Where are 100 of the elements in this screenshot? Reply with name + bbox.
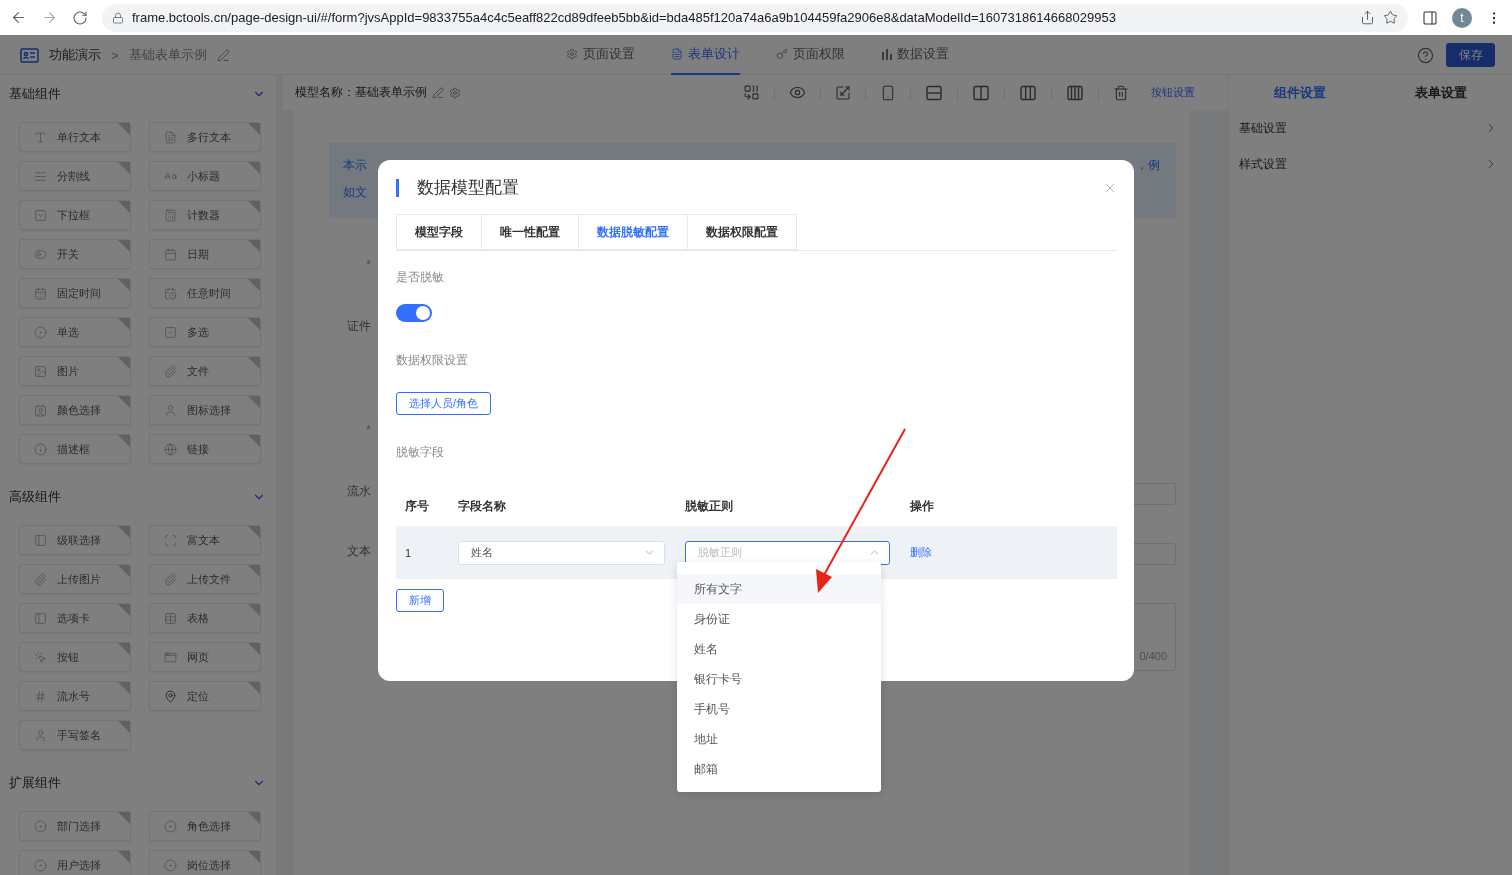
gear-icon[interactable]: [449, 86, 461, 99]
breadcrumb-link[interactable]: 功能演示: [49, 46, 101, 64]
dropdown-option[interactable]: 银行卡号: [677, 664, 881, 694]
component-item[interactable]: 分割线: [19, 161, 131, 191]
component-item[interactable]: 描述框: [19, 434, 131, 464]
component-item[interactable]: 日期: [149, 239, 261, 269]
component-item[interactable]: 岗位选择: [149, 850, 261, 875]
settings-item[interactable]: 基础设置: [1239, 119, 1287, 137]
component-item[interactable]: 网页: [149, 642, 261, 672]
calendar-icon: [164, 247, 177, 261]
bar-chart-icon: [881, 48, 892, 60]
component-item[interactable]: 级联选择: [19, 525, 131, 555]
trash-icon[interactable]: [1113, 84, 1129, 101]
dropdown-option[interactable]: 地址: [677, 724, 881, 754]
component-item[interactable]: 固定时间: [19, 278, 131, 308]
button-settings-link[interactable]: 按钮设置: [1151, 85, 1195, 100]
component-item[interactable]: 文件: [149, 356, 261, 386]
address-bar[interactable]: frame.bctools.cn/page-design-ui/#/form?jvsAppId=9833755a4c4c5eaff822cd89dfeeb5bb&id=bda485f120a74a6a9b104459fa2906e8&dataModelId=1607318614668029953: [102, 3, 1408, 32]
component-item[interactable]: 富文本: [149, 525, 261, 555]
calendar-clock-icon: [164, 286, 177, 300]
gear-icon: [566, 48, 578, 60]
component-item[interactable]: 按钮: [19, 642, 131, 672]
add-button[interactable]: 新增: [396, 589, 444, 612]
panel-tab[interactable]: 表单设置: [1370, 75, 1512, 110]
help-icon[interactable]: [1417, 46, 1434, 64]
header-tab[interactable]: 页面权限: [776, 35, 845, 75]
calculator-icon: [164, 208, 177, 222]
toggle-switch[interactable]: [396, 304, 432, 322]
back-icon[interactable]: [10, 9, 27, 26]
four-column-icon[interactable]: [1066, 84, 1084, 101]
component-item[interactable]: 任意时间: [149, 278, 261, 308]
component-item[interactable]: 手写签名: [19, 720, 131, 750]
component-item[interactable]: 小标题: [149, 161, 261, 191]
edit-icon[interactable]: [432, 86, 444, 99]
dropdown-option[interactable]: 身份证: [677, 604, 881, 634]
component-item[interactable]: 定位: [149, 681, 261, 711]
component-item[interactable]: 计数器: [149, 200, 261, 230]
modal-tab[interactable]: 模型字段: [396, 214, 482, 250]
component-item[interactable]: 用户选择: [19, 850, 131, 875]
eye-icon[interactable]: [789, 84, 806, 101]
component-item[interactable]: 多行文本: [149, 122, 261, 152]
phone-icon[interactable]: [880, 84, 896, 101]
info-text: 本示: [343, 157, 367, 174]
text-icon: [34, 130, 47, 144]
avatar[interactable]: t: [1452, 7, 1472, 28]
component-item[interactable]: 角色选择: [149, 811, 261, 841]
component-item[interactable]: 图标选择: [149, 395, 261, 425]
reload-icon[interactable]: [72, 9, 88, 26]
component-item[interactable]: 流水号: [19, 681, 131, 711]
header-tab[interactable]: 页面设置: [566, 35, 635, 75]
component-item[interactable]: 部门选择: [19, 811, 131, 841]
corner-mark: [118, 604, 130, 616]
form-label: 是否脱敏: [396, 269, 445, 286]
component-item[interactable]: 图片: [19, 356, 131, 386]
component-item[interactable]: 表格: [149, 603, 261, 633]
component-item[interactable]: 上传图片: [19, 564, 131, 594]
corner-mark: [118, 318, 130, 330]
settings-item[interactable]: 样式设置: [1239, 155, 1287, 173]
radio-icon: [34, 819, 47, 833]
component-item[interactable]: 单选: [19, 317, 131, 347]
dropdown-option[interactable]: 邮箱: [677, 754, 881, 784]
close-icon[interactable]: [1103, 181, 1117, 195]
three-column-icon[interactable]: [1019, 84, 1037, 101]
dropdown-option[interactable]: 手机号: [677, 694, 881, 724]
two-column-icon[interactable]: [972, 84, 990, 101]
modal-title: 数据模型配置: [396, 179, 519, 197]
rows-icon[interactable]: [925, 84, 943, 101]
delete-link[interactable]: 删除: [910, 545, 1117, 560]
forward-icon[interactable]: [41, 9, 58, 26]
person-icon: [164, 403, 177, 417]
panel-icon: [34, 533, 47, 547]
globe-icon: [164, 442, 177, 456]
component-item[interactable]: 下拉框: [19, 200, 131, 230]
component-item[interactable]: 单行文本: [19, 122, 131, 152]
required-mark: *: [365, 423, 371, 437]
modal-tab[interactable]: 唯一性配置: [481, 214, 579, 250]
component-item[interactable]: 多选: [149, 317, 261, 347]
corner-mark: [248, 357, 260, 369]
rule-select[interactable]: 脱敏正则: [685, 540, 890, 565]
dropdown-option[interactable]: 姓名: [677, 634, 881, 664]
field-select[interactable]: 姓名: [458, 540, 665, 565]
select-users-button[interactable]: 选择人员/角色: [396, 392, 492, 415]
corner-mark: [248, 643, 260, 655]
component-item[interactable]: 链接: [149, 434, 261, 464]
header-tab[interactable]: 数据设置: [881, 35, 949, 75]
dropdown-option[interactable]: 所有文字: [677, 574, 881, 604]
share-icon[interactable]: [1360, 10, 1375, 25]
star-icon[interactable]: [1383, 10, 1398, 25]
component-item[interactable]: 颜色选择: [19, 395, 131, 425]
radio-icon: [164, 819, 177, 833]
modal-tab[interactable]: 数据脱敏配置: [578, 214, 688, 250]
component-item[interactable]: 开关: [19, 239, 131, 269]
modal-tab[interactable]: 数据权限配置: [687, 214, 797, 250]
component-item[interactable]: 上传文件: [149, 564, 261, 594]
panel-tab[interactable]: 组件设置: [1229, 75, 1371, 110]
field-label: 流水: [346, 483, 371, 500]
save-button[interactable]: 保存: [1446, 43, 1495, 67]
side-panel-icon[interactable]: [1422, 9, 1438, 26]
edit-icon[interactable]: [216, 48, 230, 62]
component-item[interactable]: 选项卡: [19, 603, 131, 633]
